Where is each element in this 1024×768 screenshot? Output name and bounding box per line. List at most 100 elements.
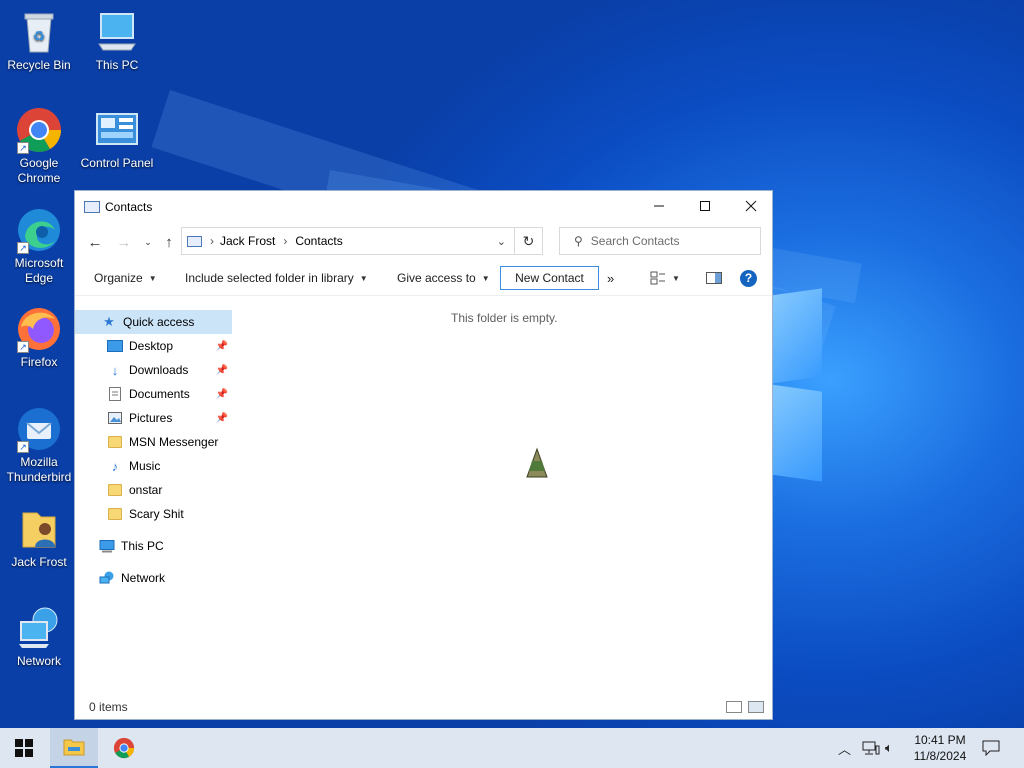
address-dropdown-icon[interactable]: ⌄ (497, 235, 506, 248)
include-label: Include selected folder in library (185, 271, 354, 285)
notification-icon (982, 740, 1000, 756)
forward-arrow-icon: → (116, 233, 132, 251)
windows-logo-wallpaper (770, 288, 826, 488)
nav-msn-messenger[interactable]: MSN Messenger (75, 430, 232, 454)
organize-button[interactable]: Organize ▼ (87, 266, 164, 290)
breadcrumb-item-jack-frost[interactable]: Jack Frost (220, 234, 275, 248)
search-icon: ⚲ (574, 234, 583, 248)
nav-this-pc[interactable]: This PC (75, 534, 232, 558)
forward-button[interactable]: → (113, 231, 135, 253)
clock[interactable]: 10:41 PM 11/8/2024 (900, 732, 980, 764)
details-view-icon[interactable] (726, 701, 742, 713)
desktop-icon-label: Microsoft Edge (14, 256, 64, 285)
shortcut-arrow-icon: ↗ (17, 341, 29, 353)
edge-icon: ↗ (15, 206, 63, 254)
explorer-window: Contacts ← → ⌄ ↑ › Jack Frost › Contacts (74, 190, 773, 720)
desktop-icon-network[interactable]: Network (1, 604, 77, 669)
nav-desktop[interactable]: Desktop 📌 (75, 334, 232, 358)
taskbar-file-explorer[interactable] (50, 728, 98, 768)
folder-icon (107, 482, 123, 498)
chevron-down-icon: ⌄ (144, 236, 152, 247)
nav-pictures[interactable]: Pictures 📌 (75, 406, 232, 430)
pin-icon[interactable]: 📌 (216, 365, 228, 376)
caret-down-icon: ▼ (359, 273, 368, 283)
nav-music[interactable]: ♪ Music (75, 454, 232, 478)
new-contact-button[interactable]: New Contact (500, 266, 599, 290)
more-commands-button[interactable]: » (600, 266, 621, 290)
start-button[interactable] (0, 728, 48, 768)
nav-label: Scary Shit (129, 507, 184, 521)
folder-icon (107, 506, 123, 522)
title-bar[interactable]: Contacts (75, 191, 772, 223)
up-button[interactable]: ↑ (158, 231, 180, 253)
pin-icon[interactable]: 📌 (216, 389, 228, 400)
volume-button[interactable]: 🔈︎ (885, 728, 893, 768)
nav-label: Downloads (129, 363, 189, 377)
taskbar-google-chrome[interactable] (100, 728, 148, 768)
nav-documents[interactable]: Documents 📌 (75, 382, 232, 406)
nav-label: Documents (129, 387, 190, 401)
give-access-button[interactable]: Give access to ▼ (390, 266, 497, 290)
help-icon: ? (740, 269, 757, 287)
large-icons-view-icon[interactable] (748, 701, 764, 713)
shortcut-arrow-icon: ↗ (17, 242, 29, 254)
desktop-icon-label: Control Panel (80, 156, 154, 170)
network-status-button[interactable] (862, 728, 880, 768)
refresh-button[interactable]: ↻ (515, 227, 543, 255)
change-view-button[interactable]: ▼ (643, 266, 687, 290)
breadcrumb-item-contacts[interactable]: Contacts (295, 234, 342, 248)
search-box[interactable]: ⚲ Search Contacts (559, 227, 761, 255)
clock-date: 11/8/2024 (913, 749, 967, 763)
desktop-icon-control-panel[interactable]: Control Panel (79, 106, 155, 171)
nav-quick-access[interactable]: ★ Quick access (75, 310, 232, 334)
search-input[interactable]: Search Contacts (591, 234, 680, 248)
desktop-icon-label: Network (16, 654, 61, 668)
speaker-icon: 🔈︎ (885, 740, 893, 755)
shortcut-arrow-icon: ↗ (17, 441, 29, 453)
star-icon: ★ (103, 314, 115, 329)
download-arrow-icon: ↓ (111, 362, 119, 378)
nav-network[interactable]: Network (75, 566, 232, 590)
network-status-icon (862, 741, 880, 755)
view-toggle (726, 701, 764, 713)
desktop-icon-label: Recycle Bin (7, 58, 71, 72)
desktop-icon-label: Firefox (20, 355, 58, 369)
desktop-icon-recycle-bin[interactable]: ♻ Recycle Bin (1, 8, 77, 73)
desktop-icon-jack-frost[interactable]: Jack Frost (1, 505, 77, 570)
document-icon (107, 386, 123, 402)
desktop-icon-label: Google Chrome (17, 156, 61, 185)
nav-label: Network (121, 571, 166, 585)
minimize-button[interactable] (636, 191, 682, 221)
back-button[interactable]: ← (84, 231, 106, 253)
computer-icon (99, 538, 115, 554)
back-arrow-icon: ← (87, 233, 103, 251)
desktop-icon-google-chrome[interactable]: ↗ Google Chrome (1, 106, 77, 186)
desktop-icon-mozilla-thunderbird[interactable]: ↗ Mozilla Thunderbird (1, 405, 77, 485)
clock-time: 10:41 PM (914, 733, 966, 747)
preview-pane-button[interactable] (699, 266, 729, 290)
folder-icon (107, 434, 123, 450)
desktop-icon (107, 338, 123, 354)
close-button[interactable] (728, 191, 774, 221)
desktop-icon-microsoft-edge[interactable]: ↗ Microsoft Edge (1, 206, 77, 286)
nav-onstar[interactable]: onstar (75, 478, 232, 502)
pin-icon[interactable]: 📌 (216, 413, 228, 424)
include-in-library-button[interactable]: Include selected folder in library ▼ (178, 266, 375, 290)
pin-icon[interactable]: 📌 (216, 341, 228, 352)
help-button[interactable]: ? (733, 266, 764, 290)
address-bar[interactable]: › Jack Frost › Contacts ⌄ (181, 227, 515, 255)
computer-icon (93, 8, 141, 56)
breadcrumb-separator-icon: › (210, 234, 214, 248)
firefox-icon: ↗ (15, 305, 63, 353)
show-hidden-icons-button[interactable]: ︿ (838, 728, 851, 768)
nav-downloads[interactable]: ↓ Downloads 📌 (75, 358, 232, 382)
nav-scary-shit[interactable]: Scary Shit (75, 502, 232, 526)
chrome-icon (113, 737, 135, 759)
contacts-folder-icon (84, 201, 100, 213)
recent-locations-button[interactable]: ⌄ (137, 231, 159, 253)
desktop-icon-firefox[interactable]: ↗ Firefox (1, 305, 77, 370)
desktop-icon-this-pc[interactable]: This PC (79, 8, 155, 73)
thunderbird-icon: ↗ (15, 405, 63, 453)
notifications-button[interactable] (982, 728, 1000, 768)
maximize-button[interactable] (682, 191, 728, 221)
